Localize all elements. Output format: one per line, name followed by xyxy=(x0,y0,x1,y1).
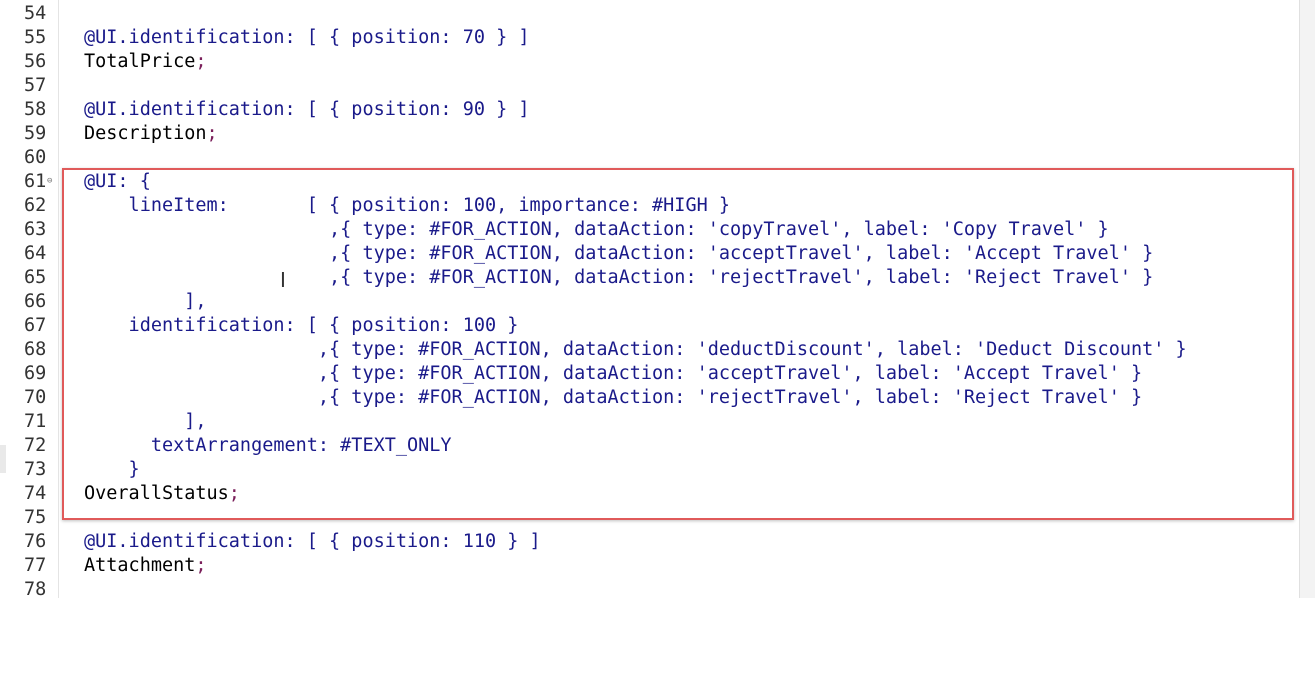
fold-toggle-icon[interactable]: ⊖ xyxy=(47,176,52,186)
line-number: 73 xyxy=(24,459,47,480)
code-editor[interactable]: 54 55 @UI.identification: [ { position: … xyxy=(0,0,1300,600)
line-number: 71 xyxy=(24,411,47,432)
highlight-annotation-box xyxy=(62,168,1294,520)
line-number: 72 xyxy=(24,435,47,456)
code-line[interactable]: 76 @UI.identification: [ { position: 110… xyxy=(0,530,1300,554)
code-line[interactable]: 55 @UI.identification: [ { position: 70 … xyxy=(0,26,1300,50)
line-number: 62 xyxy=(24,195,47,216)
line-number: 70 xyxy=(24,387,47,408)
line-number: 75 xyxy=(24,507,47,528)
code-text[interactable]: Description; xyxy=(84,122,218,146)
code-line[interactable]: 59 Description; xyxy=(0,122,1300,146)
code-line[interactable]: 60 xyxy=(0,146,1300,170)
code-text[interactable]: @UI.identification: [ { position: 90 } ] xyxy=(84,98,530,122)
line-number: 65 xyxy=(24,267,47,288)
line-number: 63 xyxy=(24,219,47,240)
left-edge-marker xyxy=(0,445,6,473)
code-text[interactable]: Attachment; xyxy=(84,554,207,578)
code-text[interactable]: @UI.identification: [ { position: 70 } ] xyxy=(84,26,530,50)
line-number: 67 xyxy=(24,315,47,336)
code-line[interactable]: 78 xyxy=(0,578,1300,602)
code-line[interactable]: 54 xyxy=(0,2,1300,26)
line-number: 61 xyxy=(24,171,47,192)
line-number: 69 xyxy=(24,363,47,384)
line-number: 54 xyxy=(24,3,47,24)
code-line[interactable]: 57 xyxy=(0,74,1300,98)
line-number: 60 xyxy=(24,147,47,168)
line-number: 74 xyxy=(24,483,47,504)
code-text[interactable]: @UI.identification: [ { position: 110 } … xyxy=(84,530,541,554)
line-number: 66 xyxy=(24,291,47,312)
code-line[interactable]: 58 @UI.identification: [ { position: 90 … xyxy=(0,98,1300,122)
code-text[interactable]: TotalPrice; xyxy=(84,50,207,74)
line-number: 76 xyxy=(24,531,47,552)
line-number: 56 xyxy=(24,51,47,72)
line-number: 58 xyxy=(24,99,47,120)
line-number: 55 xyxy=(24,27,47,48)
line-number: 64 xyxy=(24,243,47,264)
line-number: 59 xyxy=(24,123,47,144)
line-number: 68 xyxy=(24,339,47,360)
code-line[interactable]: 56 TotalPrice; xyxy=(0,50,1300,74)
text-cursor-icon: I xyxy=(280,268,286,292)
code-line[interactable]: 77 Attachment; xyxy=(0,554,1300,578)
line-number: 78 xyxy=(24,579,47,600)
line-number: 57 xyxy=(24,75,47,96)
line-number: 77 xyxy=(24,555,47,576)
vertical-scrollbar[interactable] xyxy=(1299,0,1315,598)
